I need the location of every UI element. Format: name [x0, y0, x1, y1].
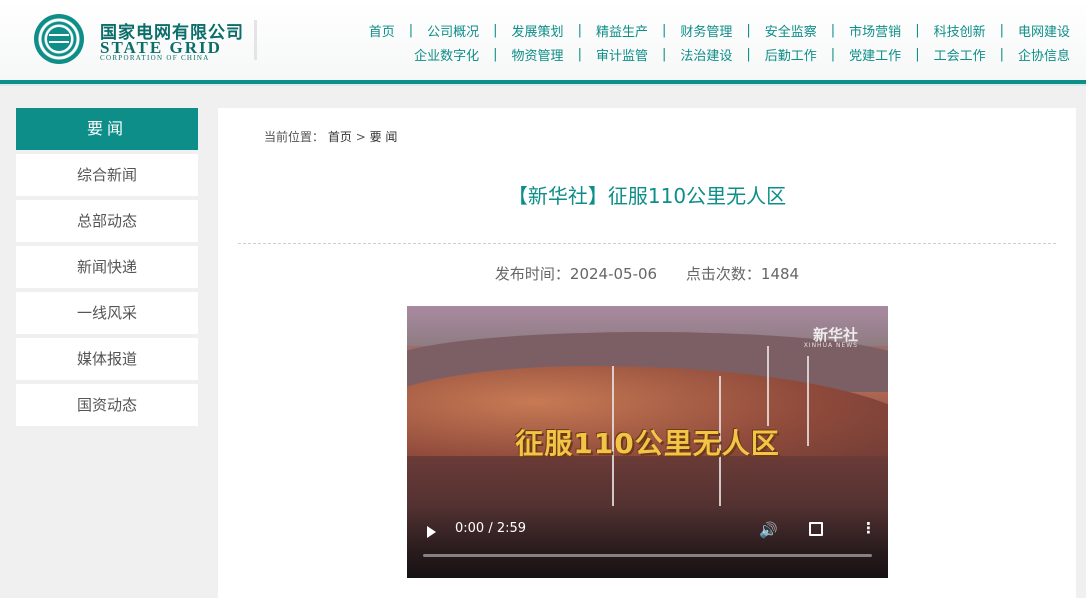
nav-item[interactable]: 公司概况	[427, 21, 479, 40]
nav-item[interactable]: 市场营销	[849, 21, 901, 40]
nav-item[interactable]: 精益生产	[596, 21, 648, 40]
nav-item[interactable]: 审计监管	[596, 45, 648, 64]
title-divider	[238, 243, 1056, 244]
breadcrumb-label: 当前位置：	[264, 130, 325, 144]
nav-separator: |	[746, 46, 751, 62]
article-panel: 当前位置： 首页 > 要 闻 【新华社】征服110公里无人区 发布时间：2024…	[218, 108, 1076, 598]
logo-english-subtitle: CORPORATION OF CHINA	[100, 54, 210, 62]
video-player[interactable]: 新华社 XINHUA NEWS 征服110公里无人区 0:00 / 2:59 🔊…	[407, 306, 888, 578]
sidebar-item[interactable]: 媒体报道	[16, 338, 198, 380]
breadcrumb-current[interactable]: 要 闻	[370, 130, 398, 144]
nav-row-secondary: 企业数字化 | 物资管理 | 审计监管 | 法治建设 | 后勤工作 | 党建工作 | 工会工作 | 企协信息	[300, 42, 1070, 66]
nav-separator: |	[830, 22, 836, 38]
nav-separator: |	[577, 46, 582, 62]
nav-separator: |	[493, 22, 498, 38]
sidebar-item[interactable]: 综合新闻	[16, 154, 198, 196]
logo[interactable]: 国家电网有限公司 STATE GRID CORPORATION OF CHINA	[34, 12, 264, 64]
sidebar-item[interactable]: 总部动态	[16, 200, 198, 242]
video-progress-bar[interactable]	[423, 554, 872, 557]
video-time: 0:00 / 2:59	[455, 521, 527, 536]
publish-date: 2024-05-06	[569, 265, 658, 283]
fullscreen-icon[interactable]	[809, 522, 823, 536]
play-icon[interactable]	[427, 526, 436, 538]
nav-separator: |	[915, 22, 920, 38]
nav-separator: |	[661, 22, 667, 38]
breadcrumb: 当前位置： 首页 > 要 闻	[264, 128, 397, 145]
video-watermark-en: XINHUA NEWS	[803, 342, 858, 349]
views-count: 1484	[760, 265, 800, 283]
video-controls	[407, 506, 888, 578]
nav-separator: |	[999, 22, 1004, 38]
nav-item[interactable]: 发展策划	[512, 21, 564, 40]
nav-item[interactable]: 首页	[369, 21, 395, 40]
article-meta: 发布时间：2024-05-06 点击次数：1484	[218, 263, 1076, 284]
site-header: 国家电网有限公司 STATE GRID CORPORATION OF CHINA…	[0, 0, 1086, 80]
logo-divider	[254, 20, 257, 60]
nav-item[interactable]: 党建工作	[849, 45, 901, 64]
header-accent-shadow	[0, 84, 1086, 86]
nav-row-primary: 首页 | 公司概况 | 发展策划 | 精益生产 | 财务管理 | 安全监察 | 市场营销 | 科技创新 | 电网…	[300, 18, 1070, 42]
views-label: 点击次数：	[685, 265, 761, 283]
nav-separator: |	[999, 46, 1004, 62]
nav-item[interactable]: 法治建设	[680, 45, 732, 64]
nav-separator: |	[493, 46, 498, 62]
nav-item[interactable]: 物资管理	[512, 45, 564, 64]
nav-item[interactable]: 电网建设	[1018, 21, 1070, 40]
nav-separator: |	[577, 22, 582, 38]
tower-icon	[767, 346, 769, 426]
video-overlay-title: 征服110公里无人区	[515, 427, 780, 460]
nav-item[interactable]: 科技创新	[934, 21, 986, 40]
nav-separator: |	[830, 46, 836, 62]
volume-icon[interactable]: 🔊	[759, 521, 778, 539]
nav-separator: |	[408, 22, 414, 38]
sidebar-menu: 综合新闻 总部动态 新闻快递 一线风采 媒体报道 国资动态	[16, 154, 198, 426]
publish-info: 发布时间：2024-05-06	[495, 265, 657, 283]
publish-label: 发布时间：	[494, 265, 570, 283]
sidebar-title: 要闻	[16, 108, 198, 150]
nav-item[interactable]: 后勤工作	[765, 45, 817, 64]
sidebar-item[interactable]: 新闻快递	[16, 246, 198, 288]
main-nav: 首页 | 公司概况 | 发展策划 | 精益生产 | 财务管理 | 安全监察 | 市场营销 | 科技创新 | 电网…	[300, 18, 1070, 66]
nav-item[interactable]: 企协信息	[1018, 45, 1070, 64]
nav-separator: |	[915, 46, 920, 62]
globe-icon	[47, 27, 71, 51]
nav-separator: |	[746, 22, 751, 38]
nav-item[interactable]: 安全监察	[765, 21, 817, 40]
article-title: 【新华社】征服110公里无人区	[507, 184, 787, 208]
nav-separator: |	[661, 46, 667, 62]
sidebar: 要闻 综合新闻 总部动态 新闻快递 一线风采 媒体报道 国资动态	[16, 108, 198, 426]
nav-item[interactable]: 财务管理	[680, 21, 732, 40]
breadcrumb-separator: >	[355, 130, 366, 144]
sidebar-item[interactable]: 一线风采	[16, 292, 198, 334]
more-options-icon[interactable]: ⋮	[861, 519, 876, 537]
sidebar-item[interactable]: 国资动态	[16, 384, 198, 426]
nav-item[interactable]: 企业数字化	[414, 45, 479, 64]
views-info: 点击次数：1484	[686, 265, 799, 283]
nav-item[interactable]: 工会工作	[934, 45, 986, 64]
breadcrumb-home-link[interactable]: 首页	[328, 130, 352, 144]
